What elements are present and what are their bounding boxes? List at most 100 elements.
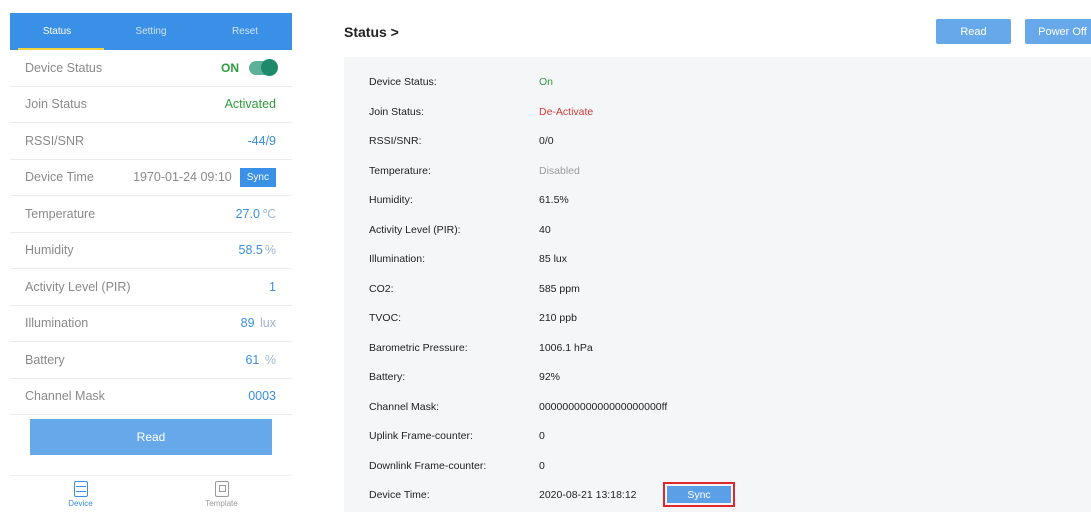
- info-key: Temperature:: [369, 164, 431, 177]
- illumination-unit: lux: [260, 316, 276, 331]
- info-row-downlink: Downlink Frame-counter: 0: [344, 451, 1091, 480]
- info-value: Disabled: [539, 164, 580, 177]
- info-key: Humidity:: [369, 193, 413, 206]
- battery-value: 61: [245, 352, 260, 367]
- info-value: On: [539, 75, 554, 88]
- humidity-unit: %: [264, 243, 276, 258]
- device-icon: [73, 480, 88, 497]
- info-key: CO2:: [369, 282, 394, 295]
- device-power-toggle[interactable]: [249, 58, 278, 76]
- info-key: RSSI/SNR:: [369, 134, 422, 147]
- info-key: Join Status:: [369, 105, 424, 118]
- humidity-row: Humidity 58.5%: [10, 233, 292, 269]
- info-value: 85 lux: [539, 252, 568, 265]
- device-status-value: ON: [221, 60, 239, 75]
- activity-label: Activity Level (PIR): [25, 279, 131, 294]
- info-row-uplink: Uplink Frame-counter: 0: [344, 421, 1091, 450]
- info-key: Device Status:: [369, 75, 437, 88]
- info-row-device-time: Device Time: 2020-08-21 13:18:12 Sync: [344, 480, 1091, 509]
- power-off-button[interactable]: Power Off: [1025, 19, 1091, 44]
- rssi-label: RSSI/SNR: [25, 133, 85, 148]
- battery-row: Battery 61 %: [10, 342, 292, 379]
- status-info-box: Device Status: On Join Status: De-Activa…: [344, 57, 1091, 512]
- nav-device[interactable]: Device: [10, 476, 151, 512]
- info-key: Illumination:: [369, 252, 426, 265]
- info-value: De-Activate: [539, 105, 594, 118]
- info-key: Uplink Frame-counter:: [369, 429, 473, 442]
- join-status-label: Join Status: [25, 97, 87, 112]
- sync-button-label: Sync: [667, 486, 731, 503]
- info-row-battery: Battery: 92%: [344, 362, 1091, 391]
- temperature-unit: ℃: [261, 207, 276, 222]
- info-value: 1006.1 hPa: [539, 341, 593, 354]
- temperature-value: 27.0: [235, 207, 260, 222]
- activity-row: Activity Level (PIR) 1: [10, 269, 292, 306]
- join-status-value: Activated: [224, 97, 276, 112]
- info-row-humidity: Humidity: 61.5%: [344, 185, 1091, 214]
- temperature-label: Temperature: [25, 206, 96, 221]
- info-value: 210 ppb: [539, 311, 577, 324]
- mobile-app-panel: Status Setting Reset Device Status ON Jo…: [10, 13, 292, 512]
- illumination-label: Illumination: [25, 316, 89, 331]
- rssi-value: -44/9: [247, 133, 277, 148]
- toggle-knob: [261, 58, 278, 76]
- sync-button-mobile[interactable]: Sync: [239, 167, 276, 187]
- device-time-value: 1970-01-24 09:10: [133, 170, 232, 185]
- battery-label: Battery: [25, 352, 65, 367]
- status-list: Device Status ON Join Status Activated R…: [10, 50, 292, 415]
- info-value: 2020-08-21 13:18:12: [539, 488, 637, 501]
- channel-mask-value: 0003: [248, 389, 276, 404]
- info-value: 585 ppm: [539, 282, 580, 295]
- device-status-label: Device Status: [25, 60, 103, 75]
- tab-setting[interactable]: Setting: [104, 13, 198, 50]
- info-row-tvoc: TVOC: 210 ppb: [344, 303, 1091, 332]
- active-tab-indicator: [18, 48, 104, 50]
- info-key: TVOC:: [369, 311, 402, 324]
- humidity-value: 58.5: [238, 243, 263, 258]
- info-key: Battery:: [369, 370, 406, 383]
- info-row-device-status: Device Status: On: [344, 67, 1091, 96]
- device-status-row: Device Status ON: [10, 50, 292, 87]
- channel-mask-row: Channel Mask 0003: [10, 379, 292, 415]
- battery-unit: %: [264, 352, 276, 367]
- tab-status[interactable]: Status: [10, 13, 104, 50]
- illumination-row: Illumination 89 lux: [10, 306, 292, 342]
- nav-device-label: Device: [68, 498, 93, 508]
- template-icon: [214, 480, 229, 497]
- bottom-nav: Device Template: [10, 475, 292, 512]
- channel-mask-label: Channel Mask: [25, 389, 105, 404]
- info-row-pressure: Barometric Pressure: 1006.1 hPa: [344, 333, 1091, 362]
- activity-value: 1: [269, 279, 276, 294]
- info-value: 000000000000000000000ff: [539, 400, 668, 413]
- info-row-channel-mask: Channel Mask: 000000000000000000000ff: [344, 392, 1091, 421]
- info-value: 0/0: [539, 134, 554, 147]
- info-value: 0: [539, 459, 545, 472]
- info-row-illumination: Illumination: 85 lux: [344, 244, 1091, 273]
- info-row-rssi: RSSI/SNR: 0/0: [344, 126, 1091, 155]
- device-time-row: Device Time 1970-01-24 09:10 Sync: [10, 160, 292, 196]
- read-button[interactable]: Read: [936, 19, 1011, 44]
- temperature-row: Temperature 27.0 ℃: [10, 196, 292, 233]
- read-button-mobile[interactable]: Read: [30, 419, 272, 455]
- sync-button[interactable]: Sync: [663, 482, 735, 507]
- nav-template-label: Template: [205, 498, 238, 508]
- join-status-row: Join Status Activated: [10, 87, 292, 123]
- info-value: 0: [539, 429, 545, 442]
- info-key: Downlink Frame-counter:: [369, 459, 487, 472]
- web-status-panel: Status > Read Power Off Device Status: O…: [330, 0, 1091, 512]
- tab-reset[interactable]: Reset: [198, 13, 292, 50]
- humidity-label: Humidity: [25, 243, 74, 258]
- info-key: Activity Level (PIR):: [369, 223, 461, 236]
- info-key: Device Time:: [369, 488, 430, 501]
- info-value: 40: [539, 223, 551, 236]
- info-value: 92%: [539, 370, 561, 383]
- info-row-join-status: Join Status: De-Activate: [344, 97, 1091, 126]
- illumination-value: 89: [240, 316, 255, 331]
- info-row-activity: Activity Level (PIR): 40: [344, 215, 1091, 244]
- tab-bar: Status Setting Reset: [10, 13, 292, 50]
- info-key: Channel Mask:: [369, 400, 440, 413]
- info-value: 61.5%: [539, 193, 569, 206]
- info-row-co2: CO2: 585 ppm: [344, 274, 1091, 303]
- device-time-label: Device Time: [25, 170, 94, 185]
- nav-template[interactable]: Template: [151, 476, 292, 512]
